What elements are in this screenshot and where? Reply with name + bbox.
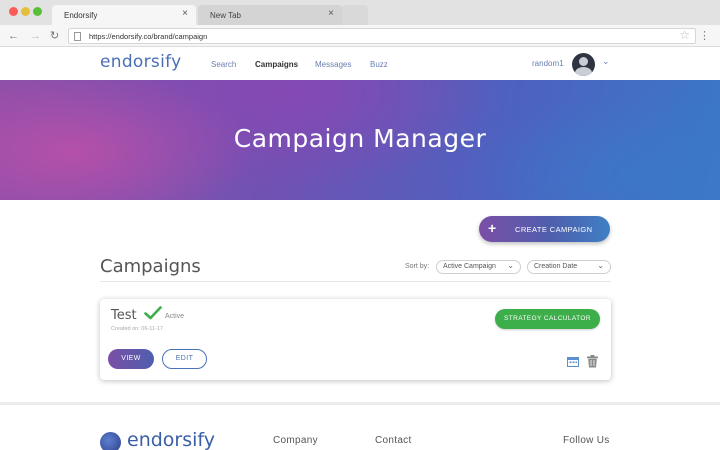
nav-campaigns[interactable]: Campaigns — [255, 60, 298, 69]
campaign-title: Test — [111, 308, 137, 323]
back-arrow-icon[interactable]: ← — [8, 28, 19, 44]
edit-button[interactable]: EDIT — [162, 349, 207, 369]
browser-tab-bar: Endorsify × New Tab × — [0, 0, 720, 25]
page-icon — [74, 32, 81, 41]
campaign-card: Test Active Created on: 06-11-17 STRATEG… — [100, 299, 611, 380]
address-url: https://endorsify.co/brand/campaign — [89, 32, 208, 41]
create-campaign-label: CREATE CAMPAIGN — [515, 225, 593, 234]
user-menu-chevron-icon[interactable]: ⌄ — [602, 56, 610, 67]
campaign-created-date: Created on: 06-11-17 — [111, 326, 163, 332]
avatar[interactable] — [572, 53, 595, 76]
footer-logo[interactable]: endorsify — [127, 429, 215, 450]
trash-icon[interactable] — [587, 355, 598, 368]
sort-select-value: Creation Date — [534, 263, 578, 270]
username[interactable]: random1 — [532, 59, 564, 68]
check-icon — [144, 306, 162, 320]
star-icon[interactable]: ☆ — [679, 27, 690, 43]
nav-search[interactable]: Search — [211, 60, 236, 69]
browser-toolbar: ← → ↻ https://endorsify.co/brand/campaig… — [0, 25, 720, 47]
nav-buzz[interactable]: Buzz — [370, 60, 388, 69]
footer-logo-icon — [100, 432, 121, 450]
reload-icon[interactable]: ↻ — [50, 28, 59, 44]
site-footer: endorsify Company Contact Follow Us — [0, 405, 720, 450]
new-tab-button[interactable] — [342, 5, 368, 25]
calendar-icon[interactable] — [567, 356, 579, 367]
sort-by-label: Sort by: — [405, 263, 430, 270]
status-badge: Active — [165, 313, 185, 320]
chevron-down-icon: ⌄ — [507, 261, 514, 270]
address-bar[interactable]: https://endorsify.co/brand/campaign — [68, 28, 696, 44]
tab-close-icon[interactable]: × — [182, 9, 188, 19]
strategy-calculator-button[interactable]: STRATEGY CALCULATOR — [495, 309, 600, 329]
sort-select-primary[interactable]: Active Campaign ⌄ — [436, 260, 521, 274]
window-minimize-dot[interactable] — [21, 7, 30, 16]
plus-icon: + — [488, 220, 497, 236]
section-divider — [100, 281, 611, 282]
browser-tab-new[interactable]: New Tab × — [198, 5, 342, 25]
page-title: Campaign Manager — [233, 124, 487, 153]
footer-heading-contact: Contact — [375, 435, 412, 446]
tab-title: Endorsify — [64, 11, 98, 20]
hero-banner: Campaign Manager — [0, 80, 720, 200]
sort-select-value: Active Campaign — [443, 263, 496, 270]
avatar-body — [575, 67, 592, 76]
site-logo[interactable]: endorsify — [100, 52, 181, 72]
tab-title: New Tab — [210, 11, 241, 20]
campaigns-heading: Campaigns — [100, 256, 201, 277]
create-campaign-button[interactable]: + CREATE CAMPAIGN — [479, 216, 610, 242]
footer-heading-company: Company — [273, 435, 318, 446]
window-zoom-dot[interactable] — [33, 7, 42, 16]
view-button[interactable]: VIEW — [108, 349, 154, 369]
tab-close-icon[interactable]: × — [328, 9, 334, 19]
sort-select-secondary[interactable]: Creation Date ⌄ — [527, 260, 611, 274]
site-header: endorsify Search Campaigns Messages Buzz… — [0, 48, 720, 80]
browser-menu-icon[interactable]: ⋮ — [699, 28, 710, 44]
avatar-head — [579, 57, 588, 66]
chevron-down-icon: ⌄ — [597, 261, 604, 270]
browser-tab-endorsify[interactable]: Endorsify × — [52, 5, 196, 25]
forward-arrow-icon[interactable]: → — [30, 28, 41, 44]
nav-messages[interactable]: Messages — [315, 60, 351, 69]
window-close-dot[interactable] — [9, 7, 18, 16]
footer-heading-follow: Follow Us — [563, 435, 610, 446]
